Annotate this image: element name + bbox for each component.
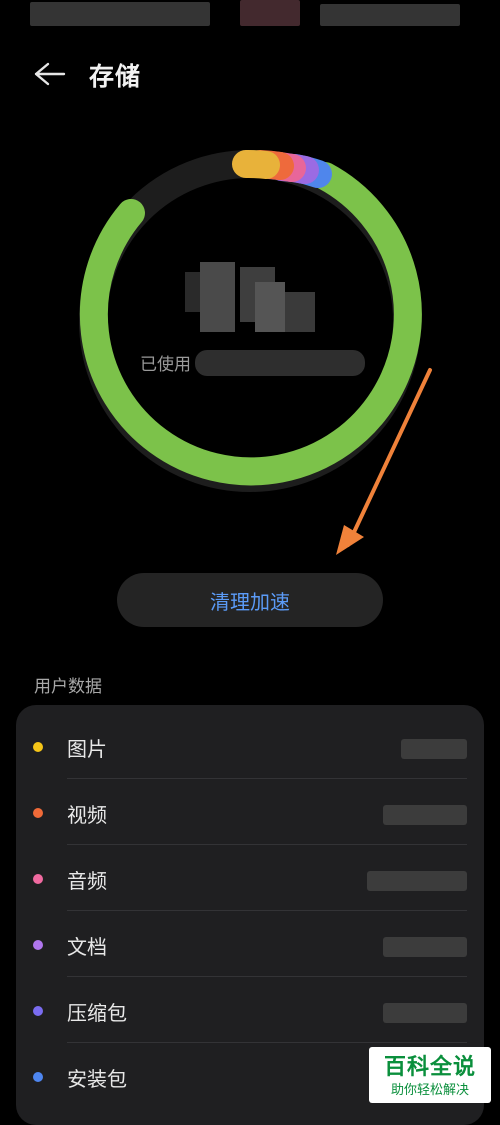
yellow-dot-icon <box>33 742 43 752</box>
size-value-blur <box>383 805 467 825</box>
list-item-audio[interactable]: 音频 <box>16 845 484 911</box>
status-blur <box>320 4 460 26</box>
size-value-blur <box>401 739 467 759</box>
list-item-label: 音频 <box>67 869 107 893</box>
list-item-videos[interactable]: 视频 <box>16 779 484 845</box>
pink-dot-icon <box>33 874 43 884</box>
watermark-logo: 百科全说 助你轻松解决 <box>369 1047 491 1103</box>
list-item-label: 文档 <box>67 935 107 959</box>
watermark-subtitle: 助你轻松解决 <box>390 1083 469 1098</box>
list-item-label: 安装包 <box>67 1067 127 1091</box>
used-label: 已使用 <box>140 355 191 375</box>
orange-dot-icon <box>33 808 43 818</box>
section-title-user-data: 用户数据 <box>34 677 102 697</box>
size-value-blur <box>383 1003 467 1023</box>
size-value-blur <box>383 937 467 957</box>
list-item-label: 视频 <box>67 803 107 827</box>
size-value-blur <box>367 871 467 891</box>
list-item-label: 压缩包 <box>67 1001 127 1025</box>
status-blur <box>240 0 300 26</box>
list-item-label: 图片 <box>67 737 107 761</box>
list-item-documents[interactable]: 文档 <box>16 911 484 977</box>
watermark-title: 百科全说 <box>383 1055 476 1080</box>
list-item-archives[interactable]: 压缩包 <box>16 977 484 1043</box>
app-header: 存储 <box>0 48 500 100</box>
list-item-images[interactable]: 图片 <box>16 713 484 779</box>
ring-segment-yellow <box>232 149 280 179</box>
purple-dot-icon <box>33 940 43 950</box>
blue-dot-icon <box>33 1072 43 1082</box>
page-title: 存储 <box>89 62 142 91</box>
violet-dot-icon <box>33 1006 43 1016</box>
used-amount-blur <box>185 262 315 332</box>
back-arrow-icon[interactable] <box>30 58 70 90</box>
status-bar <box>0 0 500 38</box>
clean-accelerate-button[interactable]: 清理加速 <box>117 573 383 627</box>
status-blur <box>30 2 210 26</box>
annotation-arrow-icon <box>336 368 432 555</box>
